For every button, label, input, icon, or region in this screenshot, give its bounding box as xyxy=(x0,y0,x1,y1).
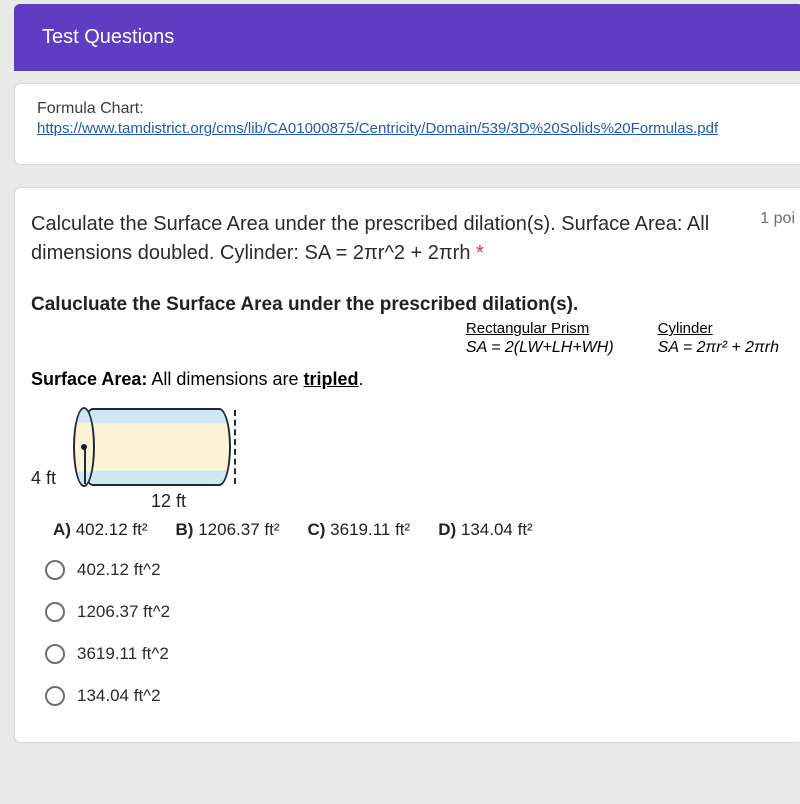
question-title: Calculate the Surface Area under the pre… xyxy=(31,210,731,268)
radio-option-1-label: 1206.37 ft^2 xyxy=(77,602,170,622)
choice-b-value: 1206.37 ft² xyxy=(198,520,279,539)
choice-a-label: A) xyxy=(53,520,71,539)
radio-option-3-label: 134.04 ft^2 xyxy=(77,686,161,706)
sub-question-heading: Calucluate the Surface Area under the pr… xyxy=(31,294,795,316)
radio-option-list: 402.12 ft^2 1206.37 ft^2 3619.11 ft^2 13… xyxy=(45,560,795,706)
radio-circle-icon xyxy=(45,644,65,664)
question-card: Calculate the Surface Area under the pre… xyxy=(14,187,800,743)
cylinder-center-dot xyxy=(81,444,87,450)
choice-a-value: 402.12 ft² xyxy=(76,520,148,539)
formula-chart-label: Formula Chart: xyxy=(37,100,781,118)
sa-prefix: Surface Area: xyxy=(31,369,147,389)
choice-b-label: B) xyxy=(176,520,194,539)
sa-text: All dimensions are xyxy=(147,369,303,389)
formula-cyl-name: Cylinder xyxy=(658,320,779,337)
radio-option-0[interactable]: 402.12 ft^2 xyxy=(45,560,795,580)
question-title-row: Calculate the Surface Area under the pre… xyxy=(31,210,795,268)
formula-cyl-eq: SA = 2πr² + 2πrh xyxy=(658,339,779,357)
radio-option-1[interactable]: 1206.37 ft^2 xyxy=(45,602,795,622)
choice-c-value: 3619.11 ft² xyxy=(330,520,410,539)
formula-rect-prism: Rectangular Prism SA = 2(LW+LH+WH) xyxy=(466,320,614,357)
choice-a: A) 402.12 ft² xyxy=(53,520,148,540)
cylinder-radius-line xyxy=(84,446,86,484)
header-title: Test Questions xyxy=(42,26,174,48)
question-text: Calculate the Surface Area under the pre… xyxy=(31,213,709,264)
radio-circle-icon xyxy=(45,686,65,706)
radio-option-2[interactable]: 3619.11 ft^2 xyxy=(45,644,795,664)
cylinder-diagram xyxy=(67,408,247,490)
surface-area-label: Surface Area: All dimensions are tripled… xyxy=(31,369,795,390)
formula-chart-link[interactable]: https://www.tamdistrict.org/cms/lib/CA01… xyxy=(37,120,718,137)
radio-circle-icon xyxy=(45,560,65,580)
radio-circle-icon xyxy=(45,602,65,622)
sa-tripled: tripled xyxy=(303,369,358,389)
formula-row: Rectangular Prism SA = 2(LW+LH+WH) Cylin… xyxy=(31,320,779,357)
sa-period: . xyxy=(358,369,363,389)
choice-c-label: C) xyxy=(307,520,325,539)
page-header: Test Questions xyxy=(14,4,800,71)
inline-choices: A) 402.12 ft² B) 1206.37 ft² C) 3619.11 … xyxy=(53,520,795,540)
choice-d-label: D) xyxy=(438,520,456,539)
formula-rect-name: Rectangular Prism xyxy=(466,320,614,337)
choice-c: C) 3619.11 ft² xyxy=(307,520,410,540)
radio-option-2-label: 3619.11 ft^2 xyxy=(77,644,169,664)
choice-b: B) 1206.37 ft² xyxy=(176,520,280,540)
points-label: 1 poi xyxy=(760,210,795,228)
formula-chart-card: Formula Chart: https://www.tamdistrict.o… xyxy=(14,83,800,165)
formula-rect-eq: SA = 2(LW+LH+WH) xyxy=(466,339,614,357)
required-asterisk: * xyxy=(476,242,484,264)
choice-d-value: 134.04 ft² xyxy=(461,520,533,539)
dimension-length: 12 ft xyxy=(151,491,795,512)
cylinder-right-dash xyxy=(234,410,236,484)
radio-option-0-label: 402.12 ft^2 xyxy=(77,560,161,580)
cylinder-body xyxy=(81,408,231,486)
choice-d: D) 134.04 ft² xyxy=(438,520,533,540)
formula-cylinder: Cylinder SA = 2πr² + 2πrh xyxy=(658,320,779,357)
radio-option-3[interactable]: 134.04 ft^2 xyxy=(45,686,795,706)
